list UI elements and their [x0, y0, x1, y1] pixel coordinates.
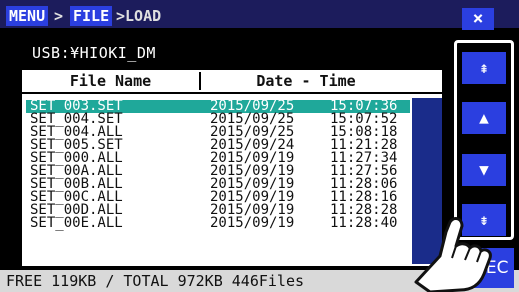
breadcrumb-separator: >: [54, 7, 64, 25]
header-divider: [22, 92, 442, 94]
breadcrumb-load: >LOAD: [116, 7, 162, 25]
column-header-date-time: Date - Time: [256, 72, 356, 90]
scroll-up-button[interactable]: ▲: [462, 102, 506, 134]
file-time: 11:28:40: [330, 215, 398, 231]
scroll-to-top-button[interactable]: ⇞: [462, 52, 506, 84]
scroll-down-button[interactable]: ▼: [462, 154, 506, 186]
current-path: USB:¥HIOKI_DM: [32, 44, 156, 62]
file-row[interactable]: SET_00E.ALL 2015/09/19 11:28:40: [26, 215, 410, 231]
column-header-file-name: File Name: [69, 72, 152, 90]
file-list-panel: File Name Date - Time SET_003.SET 2015/09…: [22, 70, 442, 266]
storage-status: FREE 119KB / TOTAL 972KB 446Files: [6, 272, 305, 290]
breadcrumb-file[interactable]: FILE: [70, 6, 113, 26]
file-list: SET_003.SET 2015/09/25 15:07:36 SET_004.SET…: [26, 99, 410, 231]
file-date: 2015/09/19: [210, 215, 295, 231]
close-button[interactable]: ×: [462, 8, 494, 30]
breadcrumb-menu[interactable]: MENU: [6, 6, 49, 26]
hand-pointer-icon: [414, 217, 492, 292]
file-name: SET_00E.ALL: [30, 215, 123, 231]
